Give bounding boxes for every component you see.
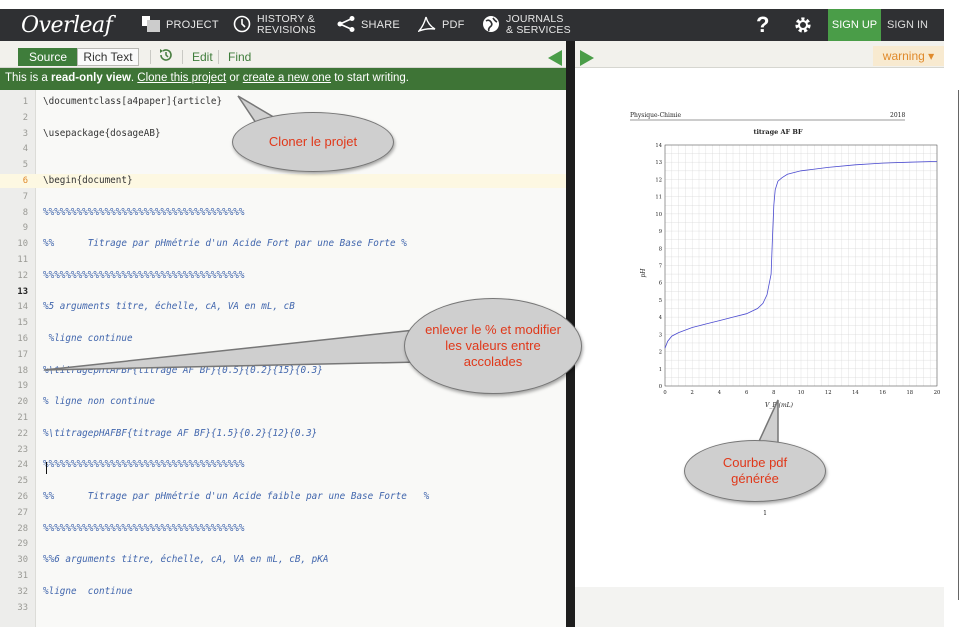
edit-callout-tail (43, 329, 421, 371)
clone-callout-text: Cloner le projet (268, 134, 358, 149)
pdf-callout-line1: Courbe pdf (722, 455, 788, 470)
edit-callout: enlever le % et modifier les valeurs ent… (404, 298, 582, 394)
pdf-callout-line2: générée (731, 471, 779, 486)
pdf-callout: Courbe pdf générée (684, 440, 826, 502)
edit-callout-line2: les valeurs entre (445, 338, 541, 353)
clone-callout: Cloner le projet (232, 112, 394, 172)
edit-callout-line3: accolades (463, 354, 523, 369)
edit-callout-line1: enlever le % et modifier (425, 322, 561, 337)
